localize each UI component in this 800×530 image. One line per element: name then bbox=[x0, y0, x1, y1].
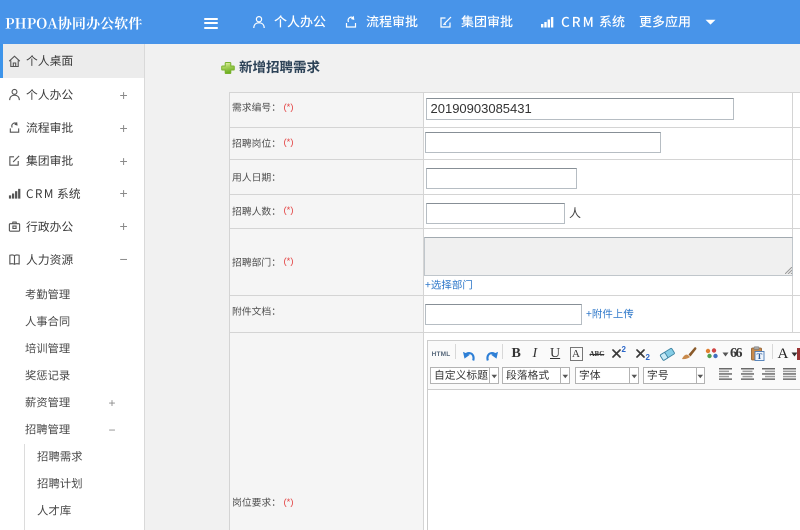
svg-text:T: T bbox=[757, 351, 763, 361]
